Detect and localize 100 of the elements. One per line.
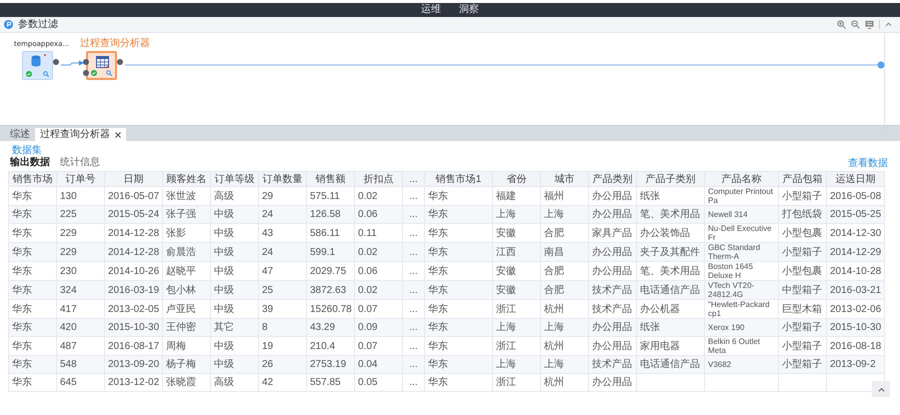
table-cell: ... — [409, 340, 418, 352]
view-data-link[interactable]: 查看数据 — [848, 158, 888, 168]
table-cell: VTech VT20-24812.4G — [708, 281, 754, 299]
scroll-top-button[interactable] — [872, 381, 890, 397]
table-cell: ... — [409, 190, 418, 202]
table-icon — [96, 56, 110, 69]
output-port[interactable] — [117, 59, 123, 65]
column-header[interactable]: 顾客姓名 — [162, 172, 210, 186]
table-cell: 高级 — [214, 377, 234, 388]
table-cell: 2015-10-30 — [830, 322, 882, 333]
table-cell: 上海 — [496, 209, 516, 220]
table-cell: 合肥 — [544, 266, 564, 276]
flow-node[interactable] — [86, 51, 117, 80]
table-cell: 225 — [60, 209, 77, 220]
column-header[interactable]: 城市 — [540, 172, 588, 186]
table-cell: 2013-09-20 — [108, 359, 160, 370]
table-cell: 2753.19 — [310, 359, 346, 370]
table-cell: 杭州 — [544, 340, 564, 352]
table-cell: 杭州 — [544, 304, 564, 314]
table-cell: 小型箱子 — [782, 340, 822, 352]
table-cell: 高级 — [214, 190, 234, 202]
table-cell: 230 — [60, 266, 77, 276]
close-icon[interactable] — [115, 132, 121, 138]
table-cell: 合肥 — [544, 284, 564, 296]
table-cell: 229 — [60, 246, 77, 258]
column-header[interactable]: 产品类别 — [588, 172, 636, 186]
column-header[interactable]: 订单等级 — [210, 172, 258, 186]
table-cell: 张影 — [166, 228, 186, 238]
table-cell: 办公机器 — [640, 304, 680, 314]
column-header[interactable]: 订单号 — [56, 172, 104, 186]
table-cell: 华东 — [428, 284, 448, 296]
table-cell: 张世波 — [166, 190, 196, 202]
table-cell: 安徽 — [496, 228, 516, 238]
table-cell: 办公用品 — [592, 377, 632, 388]
table-cell: 2014-10-28 — [830, 266, 882, 276]
table-cell: 2016-08-17 — [108, 340, 160, 352]
table-cell: 599.1 — [310, 246, 336, 258]
column-header[interactable]: 折扣点 — [354, 172, 402, 186]
table-cell: 25 — [262, 284, 274, 296]
tab[interactable]: 过程查询分析器 — [35, 128, 126, 141]
column-header[interactable]: 订单数量 — [258, 172, 306, 186]
table-cell: 小型箱子 — [782, 359, 822, 370]
tab[interactable]: 综述 — [5, 128, 35, 141]
table-cell: 华东 — [12, 246, 32, 258]
table-cell: 办公用品 — [592, 340, 632, 352]
table-cell: 中级 — [214, 340, 234, 352]
nav-item[interactable]: 运维 — [421, 4, 441, 16]
output-port[interactable] — [53, 59, 59, 65]
table-cell: 中级 — [214, 284, 234, 296]
nav-item[interactable]: 洞察 — [459, 4, 479, 16]
collapse-icon[interactable] — [885, 21, 892, 28]
column-header[interactable]: 销售市场 — [8, 172, 56, 186]
monitor-icon[interactable] — [865, 20, 874, 29]
table-cell: 华东 — [12, 304, 32, 314]
table-cell: 其它 — [214, 322, 234, 333]
node-label: 过程查询分析器 — [80, 38, 150, 49]
table-cell: 487 — [60, 340, 77, 352]
column-header[interactable]: 产品名称 — [704, 172, 778, 186]
table-cell: 548 — [60, 359, 77, 370]
table-cell: ... — [409, 377, 418, 388]
table-cell: Belkin 6 Outlet Meta — [708, 337, 760, 355]
table-cell: V3682 — [708, 360, 732, 369]
zoom-out-icon[interactable] — [851, 20, 860, 29]
zoom-in-icon[interactable] — [837, 20, 846, 29]
table-cell: 小型箱子 — [782, 322, 822, 333]
table-cell: 赵晓平 — [166, 266, 196, 276]
table-cell: 24 — [262, 209, 274, 220]
table-cell: 卢亚民 — [166, 304, 196, 314]
check-icon — [91, 70, 97, 76]
table-cell: 43 — [262, 228, 274, 238]
column-header[interactable]: 销售额 — [306, 172, 354, 186]
table-cell: 小型包裹 — [782, 228, 822, 238]
flow-node[interactable] — [22, 51, 53, 80]
search-icon[interactable] — [43, 71, 49, 77]
column-header[interactable]: 日期 — [104, 172, 162, 186]
table-cell: Newell 314 — [708, 210, 748, 219]
column-header[interactable]: 产品包箱 — [778, 172, 826, 186]
table-cell: ... — [409, 228, 418, 238]
table-cell: 华东 — [12, 209, 32, 220]
panel-title: 参数过滤 — [18, 18, 58, 30]
column-header[interactable]: 销售市场1 — [424, 172, 492, 186]
table-cell: 2013-09-2 — [830, 359, 876, 370]
table-cell: Boston 1645 Deluxe H — [708, 262, 753, 280]
table-cell: 2014-12-30 — [830, 228, 882, 238]
table-cell: 华东 — [428, 266, 448, 276]
table-cell: 126.58 — [310, 209, 341, 220]
table-cell: 小型箱子 — [782, 246, 822, 258]
table-cell: 俞晨浩 — [166, 246, 196, 258]
column-header[interactable]: 产品子类别 — [636, 172, 704, 186]
column-header[interactable]: 省份 — [492, 172, 540, 186]
dataset-link[interactable]: 数据集 — [12, 145, 42, 156]
search-icon[interactable] — [106, 70, 112, 76]
column-header[interactable]: ... — [402, 172, 424, 186]
column-header[interactable]: 运送日期 — [826, 172, 884, 186]
table-cell: 2016-05-08 — [830, 190, 882, 202]
table-cell: 上海 — [496, 322, 516, 333]
subtab[interactable]: 统计信息 — [60, 157, 100, 169]
table-cell: 安徽 — [496, 284, 516, 296]
subtab[interactable]: 输出数据 — [10, 157, 50, 169]
table-cell: 19 — [262, 340, 274, 352]
